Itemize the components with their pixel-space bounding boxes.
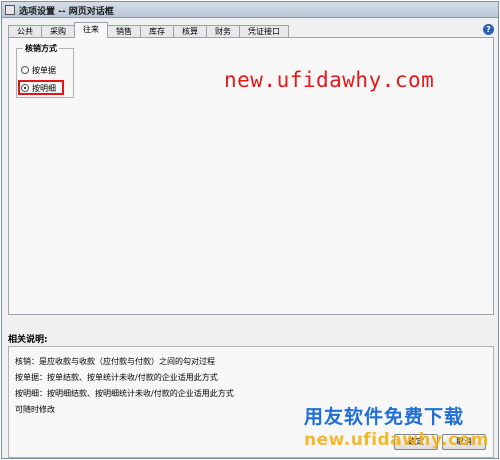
- title-bar: 选项设置 -- 网页对话框: [2, 2, 498, 18]
- description-line: 按单据：按单结款、按单统计未收/付款的企业适用此方式: [15, 373, 218, 382]
- window-icon: [5, 5, 15, 15]
- radio-label: 按单据: [32, 65, 56, 75]
- group-legend: 核销方式: [23, 43, 59, 54]
- tab-receivables[interactable]: 往来: [74, 22, 108, 38]
- radio-button-unchecked[interactable]: [21, 66, 29, 74]
- options-dialog: 选项设置 -- 网页对话框 公共 采购 往来 销售 库存 核算 财务 凭证接口 …: [1, 1, 499, 459]
- radio-label: 按明细: [32, 83, 56, 93]
- tab-strip: 公共 采购 往来 销售 库存 核算 财务 凭证接口: [8, 22, 289, 38]
- description-line: 核销：是应收款与收款（应付款与付款）之间的勾对过程: [15, 357, 215, 366]
- description-line: 可随时修改: [15, 405, 55, 414]
- description-line: 按明细：按明细结款、按明细统计未收/付款的企业适用此方式: [15, 389, 234, 398]
- watermark-url: new.ufidawhy.com: [224, 68, 435, 92]
- writeoff-method-group: 核销方式 按单据 按明细: [16, 43, 74, 98]
- radio-button-checked[interactable]: [21, 84, 29, 92]
- tab-panel: 核销方式 按单据 按明细 new.ufidawhy.com: [8, 37, 494, 315]
- promo-url: new.ufidawhy.com: [304, 430, 489, 450]
- radio-by-document[interactable]: 按单据: [21, 64, 56, 76]
- help-icon[interactable]: ?: [483, 24, 494, 35]
- radio-by-detail[interactable]: 按明细: [21, 82, 56, 94]
- description-title: 相关说明:: [8, 335, 48, 345]
- window-title: 选项设置 -- 网页对话框: [19, 7, 114, 17]
- promo-text: 用友软件免费下载: [304, 406, 465, 428]
